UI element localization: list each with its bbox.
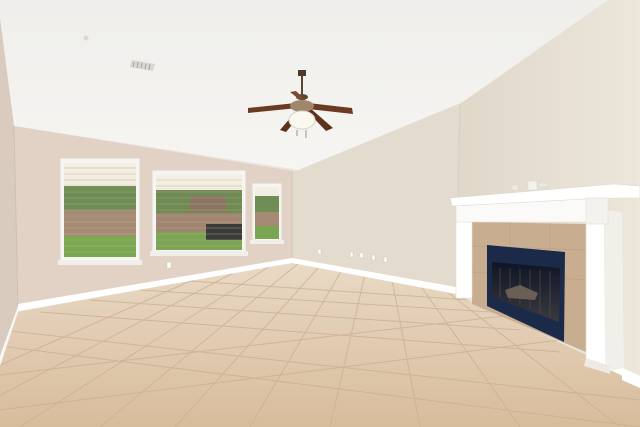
window-2 <box>150 169 248 256</box>
mantel-right-column <box>585 209 607 373</box>
mantel-decor-1 <box>527 180 538 191</box>
window-3 <box>250 182 284 244</box>
window-1 <box>58 157 142 265</box>
mantel-decor-3 <box>537 182 549 188</box>
mantel-decor-2 <box>511 184 519 191</box>
fan-light <box>288 110 316 130</box>
ceiling-light-dot <box>83 35 89 41</box>
room-photo <box>0 0 640 427</box>
